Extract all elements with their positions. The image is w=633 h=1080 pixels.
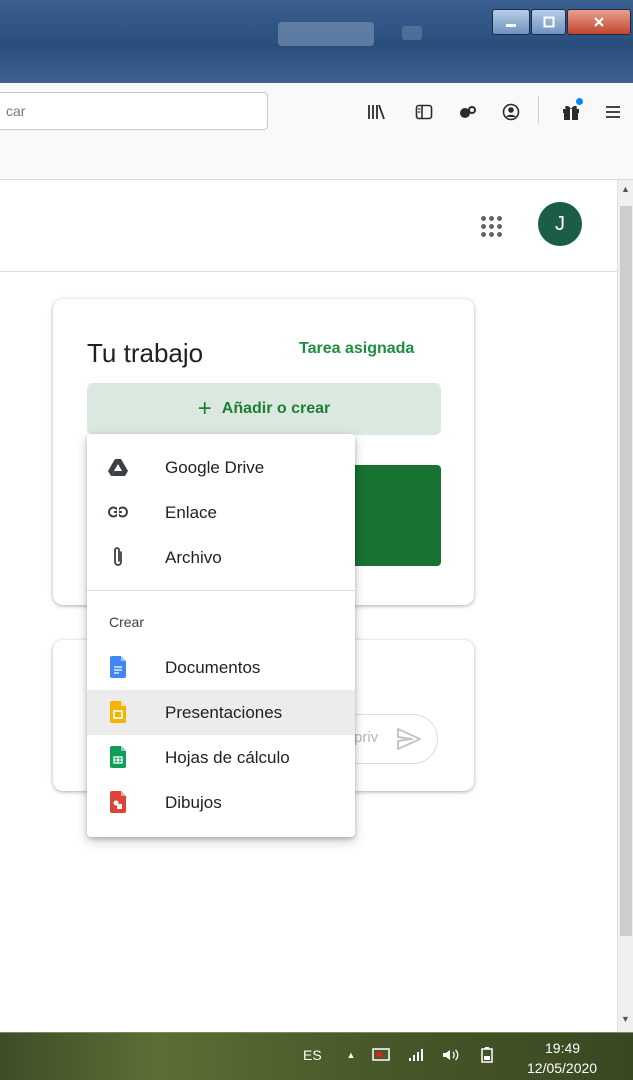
menu-item-docs[interactable]: Documentos <box>87 645 355 690</box>
drawings-icon <box>107 791 129 813</box>
menu-icon[interactable] <box>602 101 624 123</box>
add-or-create-button[interactable]: + Añadir o crear <box>87 383 441 435</box>
menu-item-label: Archivo <box>165 548 222 567</box>
library-icon[interactable] <box>365 101 387 123</box>
private-comment-placeholder: priv <box>354 729 379 746</box>
language-indicator[interactable]: ES <box>303 1047 322 1063</box>
add-button-label: Añadir o crear <box>221 400 331 417</box>
create-section-header: Crear <box>109 614 145 630</box>
menu-divider <box>87 590 355 591</box>
close-button[interactable] <box>567 9 631 35</box>
menu-item-label: Dibujos <box>165 793 222 812</box>
sidebar-icon[interactable] <box>413 101 435 123</box>
menu-item-label: Hojas de cálculo <box>165 748 290 767</box>
menu-item-label: Presentaciones <box>165 703 283 722</box>
menu-item-link[interactable]: Enlace <box>87 490 355 535</box>
clock-time[interactable]: 19:49 <box>545 1040 580 1056</box>
paperclip-icon <box>107 546 129 568</box>
menu-item-drawings[interactable]: Dibujos <box>87 780 355 825</box>
blurred-title <box>278 22 374 46</box>
clock-date[interactable]: 12/05/2020 <box>527 1060 597 1076</box>
menu-item-sheets[interactable]: Hojas de cálculo <box>87 735 355 780</box>
avatar[interactable]: J <box>538 202 582 246</box>
menu-item-label: Enlace <box>165 503 217 522</box>
menu-item-slides[interactable]: Presentaciones <box>87 690 355 735</box>
close-icon <box>594 17 604 27</box>
maximize-button[interactable] <box>531 9 566 35</box>
scrollbar-thumb[interactable] <box>620 206 632 936</box>
menu-item-file[interactable]: Archivo <box>87 535 355 580</box>
restore-icon <box>543 16 554 28</box>
docs-icon <box>107 656 129 678</box>
account-icon[interactable] <box>500 101 522 123</box>
scroll-down-icon[interactable]: ▼ <box>621 1014 630 1024</box>
menu-item-label: Google Drive <box>165 458 265 477</box>
scroll-up-icon[interactable]: ▲ <box>621 184 630 194</box>
drive-icon <box>107 456 129 478</box>
address-bar[interactable]: car <box>0 92 268 130</box>
menu-item-label: Documentos <box>165 658 261 677</box>
assignment-status: Tarea asignada <box>299 340 415 357</box>
send-icon[interactable] <box>396 727 422 751</box>
minimize-icon <box>506 24 516 27</box>
toolbar-separator <box>538 96 539 124</box>
show-hidden-icons-icon[interactable]: ▲ <box>342 1047 360 1063</box>
blurred-title-fragment <box>402 26 422 40</box>
page-scrollbar[interactable]: ▲ ▼ <box>617 180 633 1032</box>
notification-dot <box>576 98 583 105</box>
apps-grid-icon[interactable] <box>481 216 503 238</box>
work-card-title: Tu trabajo <box>87 338 204 368</box>
avatar-initial: J <box>555 212 565 235</box>
slides-icon <box>107 701 129 723</box>
menu-item-google-drive[interactable]: Google Drive <box>87 445 355 490</box>
app-header <box>0 180 617 272</box>
plus-icon: + <box>197 395 212 422</box>
minimize-button[interactable] <box>492 9 530 35</box>
address-bar-text: car <box>6 103 26 119</box>
action-center-icon[interactable] <box>372 1047 390 1063</box>
extensions-icon[interactable] <box>458 101 480 123</box>
network-signal-icon[interactable] <box>408 1047 426 1063</box>
battery-icon[interactable] <box>478 1047 496 1063</box>
sheets-icon <box>107 746 129 768</box>
volume-icon[interactable] <box>442 1047 460 1063</box>
add-create-menu: Google Drive Enlace Archivo Crear Docume… <box>87 434 355 837</box>
link-icon <box>107 501 129 523</box>
